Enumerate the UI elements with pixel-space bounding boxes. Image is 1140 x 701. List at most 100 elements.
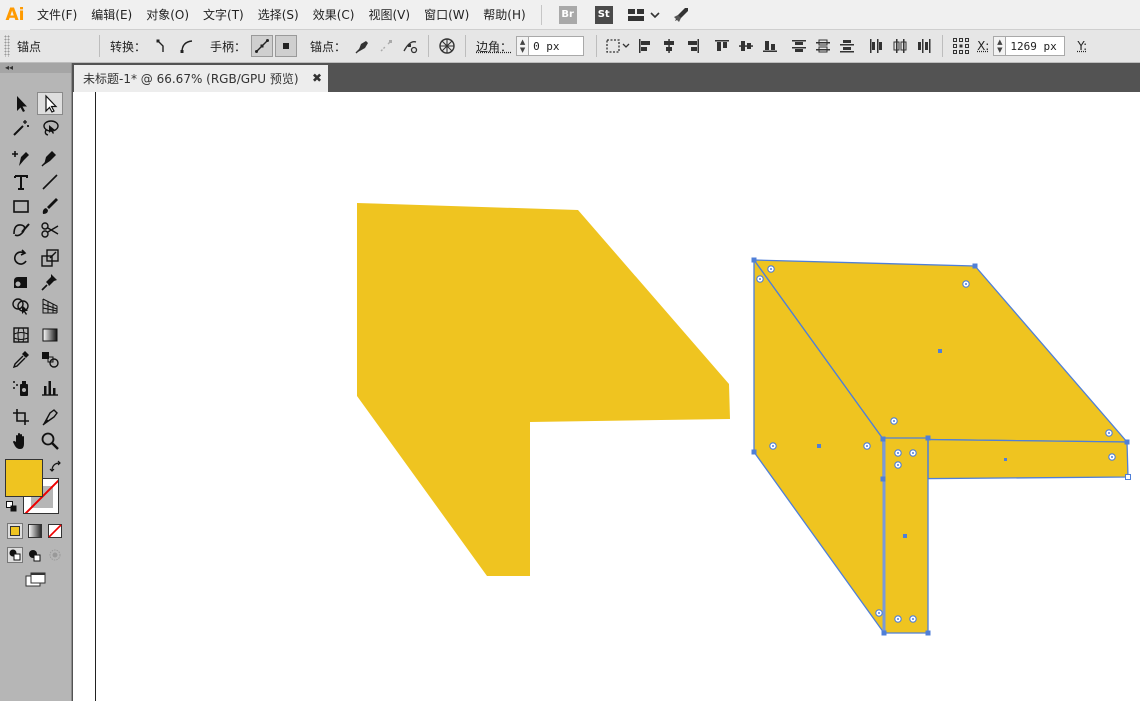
align-left-icon[interactable]: [634, 35, 656, 57]
selected-shape-group[interactable]: [751, 257, 1131, 636]
shape-builder-tool-icon[interactable]: [8, 294, 34, 317]
selection-type-label: 锚点: [17, 39, 42, 54]
toolbox-collapse-button[interactable]: ◂◂: [0, 63, 71, 73]
menu-effect[interactable]: 效果(C): [306, 0, 362, 30]
show-handles-icon[interactable]: [251, 35, 274, 57]
separator: [596, 35, 598, 57]
stock-button[interactable]: St: [594, 5, 613, 24]
hide-handles-icon[interactable]: [275, 35, 298, 57]
convert-to-smooth-icon[interactable]: [175, 35, 197, 57]
gradient-mode-icon[interactable]: [27, 523, 43, 539]
perspective-grid-tool-icon[interactable]: [37, 294, 63, 317]
document-tab[interactable]: 未标题-1* @ 66.67% (RGB/GPU 预览) ✖: [74, 65, 328, 92]
blend-tool-icon[interactable]: [37, 347, 63, 370]
distribute-top-icon[interactable]: [788, 35, 810, 57]
zoom-tool-icon[interactable]: [37, 429, 63, 452]
x-position-input[interactable]: 1269 px: [1005, 36, 1066, 56]
corner-stepper[interactable]: ▲ ▼: [516, 36, 529, 56]
type-tool-icon[interactable]: [8, 170, 34, 193]
line-segment-tool-icon[interactable]: [37, 170, 63, 193]
draw-behind-icon[interactable]: [27, 547, 43, 563]
app-logo: Ai: [0, 0, 30, 30]
convert-to-corner-icon[interactable]: [151, 35, 173, 57]
panel-grip[interactable]: [4, 35, 10, 57]
select-similar-icon[interactable]: [604, 35, 632, 57]
bridge-button[interactable]: Br: [558, 5, 577, 24]
mesh-tool-icon[interactable]: [8, 323, 34, 346]
menu-window[interactable]: 窗口(W): [417, 0, 476, 30]
close-tab-icon[interactable]: ✖: [312, 71, 322, 85]
align-hcenter-icon[interactable]: [658, 35, 680, 57]
x-stepper[interactable]: ▲ ▼: [993, 36, 1006, 56]
menu-select[interactable]: 选择(S): [251, 0, 306, 30]
corner-radius-input[interactable]: 0 px: [528, 36, 585, 56]
convert-label: 转换：: [110, 39, 147, 54]
scissors-tool-icon[interactable]: [37, 218, 63, 241]
menu-object[interactable]: 对象(O): [139, 0, 196, 30]
gradient-tool-icon[interactable]: [37, 323, 63, 346]
connect-anchors-icon[interactable]: [375, 35, 397, 57]
draw-inside-icon[interactable]: [47, 547, 63, 563]
separator: [942, 35, 944, 57]
rectangle-tool-icon[interactable]: [8, 194, 34, 217]
align-bottom-icon[interactable]: [759, 35, 781, 57]
lasso-tool-icon[interactable]: [37, 116, 63, 139]
menu-edit[interactable]: 编辑(E): [84, 0, 139, 30]
align-top-icon[interactable]: [711, 35, 733, 57]
distribute-bottom-icon[interactable]: [836, 35, 858, 57]
document-tab-bar: 未标题-1* @ 66.67% (RGB/GPU 预览) ✖: [72, 63, 1140, 92]
color-mode-icon[interactable]: [7, 523, 23, 539]
menu-bar: Ai 文件(F) 编辑(E) 对象(O) 文字(T) 选择(S) 效果(C) 视…: [0, 0, 1140, 30]
cut-path-icon[interactable]: [399, 35, 421, 57]
magic-wand-tool-icon[interactable]: [8, 116, 34, 139]
draw-normal-icon[interactable]: [7, 547, 23, 563]
direct-selection-tool-icon[interactable]: [37, 92, 63, 115]
separator: [428, 35, 430, 57]
artboard-tool-icon[interactable]: [8, 405, 34, 428]
menu-help[interactable]: 帮助(H): [476, 0, 532, 30]
y-label: Y:: [1077, 39, 1088, 53]
symbol-sprayer-tool-icon[interactable]: [8, 376, 34, 399]
hand-tool-icon[interactable]: [8, 429, 34, 452]
reference-point-icon[interactable]: [950, 35, 972, 57]
menu-separator: [540, 4, 542, 25]
workspace-layout-icon[interactable]: [626, 4, 662, 26]
distribute-vcenter-icon[interactable]: [812, 35, 834, 57]
align-vcenter-icon[interactable]: [735, 35, 757, 57]
pen-tool-icon[interactable]: [8, 146, 34, 169]
scale-tool-icon[interactable]: [37, 246, 63, 269]
separator: [99, 35, 100, 57]
slice-tool-icon[interactable]: [37, 405, 63, 428]
default-fill-stroke-icon[interactable]: [6, 501, 18, 513]
swap-fill-stroke-icon[interactable]: [49, 460, 63, 474]
puppet-warp-tool-icon[interactable]: [37, 270, 63, 293]
fill-color-swatch-front[interactable]: [5, 459, 43, 497]
paintbrush-tool-icon[interactable]: [37, 194, 63, 217]
screen-mode-icon[interactable]: [24, 571, 48, 589]
column-graph-tool-icon[interactable]: [37, 376, 63, 399]
selection-tool-icon[interactable]: [8, 92, 34, 115]
shaper-tool-icon[interactable]: [8, 218, 34, 241]
menu-type[interactable]: 文字(T): [196, 0, 251, 30]
canvas[interactable]: [73, 92, 1140, 701]
curvature-tool-icon[interactable]: [37, 146, 63, 169]
align-right-icon[interactable]: [682, 35, 704, 57]
menu-file[interactable]: 文件(F): [30, 0, 84, 30]
separator: [465, 35, 467, 57]
none-mode-icon[interactable]: [47, 523, 63, 539]
yellow-shape-left[interactable]: [357, 203, 730, 576]
warp-tool-icon[interactable]: [8, 270, 34, 293]
rocket-icon[interactable]: [670, 4, 692, 26]
distribute-left-icon[interactable]: [865, 35, 887, 57]
distribute-hcenter-icon[interactable]: [889, 35, 911, 57]
artwork[interactable]: [73, 92, 1140, 701]
toolbox-panel: ◂◂: [0, 63, 72, 701]
remove-anchor-icon[interactable]: [351, 35, 373, 57]
control-bar: 锚点 转换： 手柄： 锚点： 边角： ▲ ▼ 0 px X: ▲ ▼ 1269 …: [0, 30, 1140, 63]
rotate-tool-icon[interactable]: [8, 246, 34, 269]
corner-label: 边角：: [476, 39, 513, 54]
distribute-right-icon[interactable]: [913, 35, 935, 57]
menu-view[interactable]: 视图(V): [361, 0, 417, 30]
eyedropper-tool-icon[interactable]: [8, 347, 34, 370]
isolate-mode-icon[interactable]: [436, 35, 458, 57]
